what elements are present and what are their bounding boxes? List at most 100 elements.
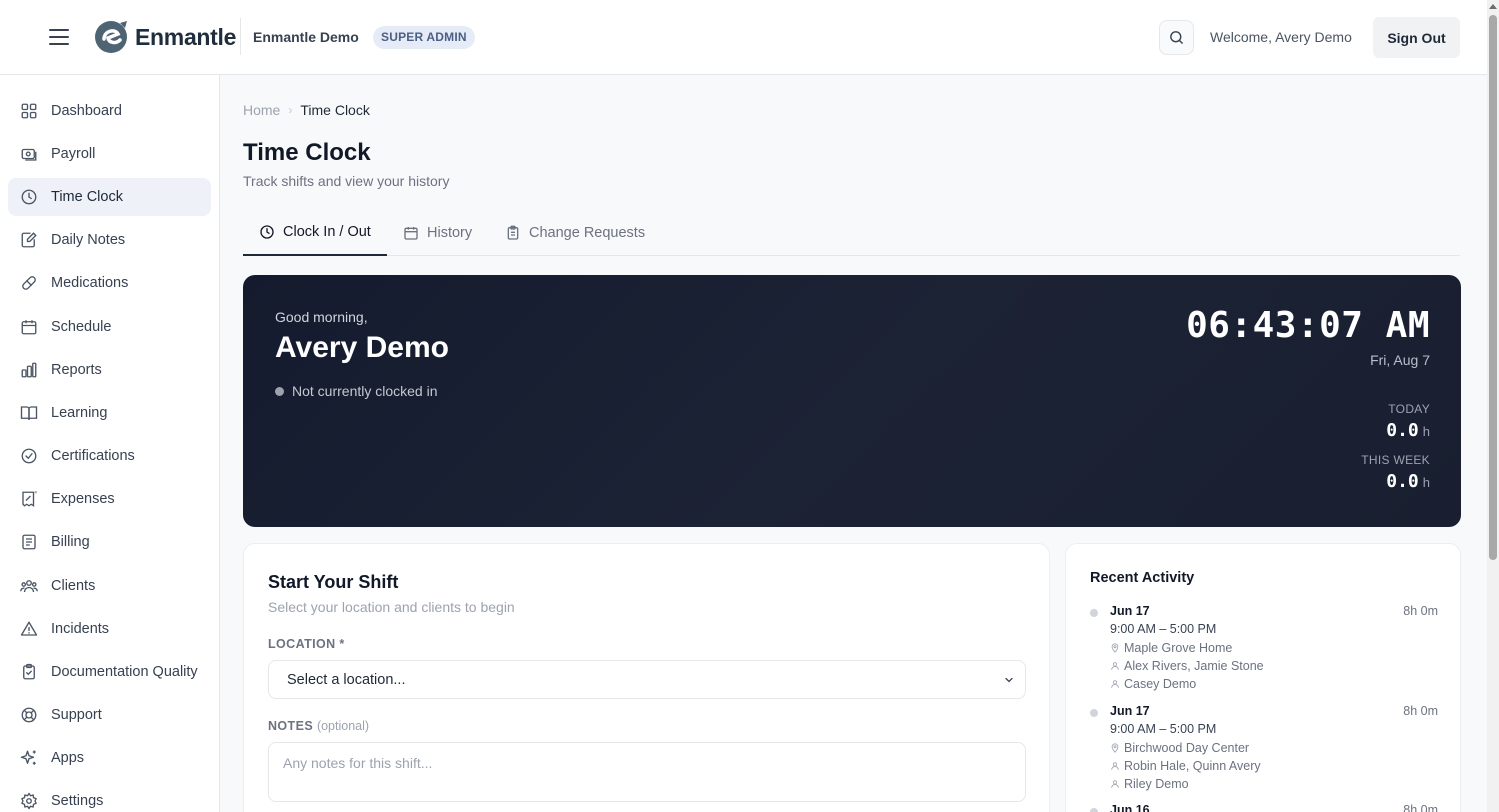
breadcrumb-home-link[interactable]: Home <box>243 102 280 118</box>
breadcrumb-current: Time Clock <box>300 102 370 118</box>
book-icon <box>20 406 38 420</box>
activity-clients: Alex Rivers, Jamie Stone <box>1110 659 1264 673</box>
page-scrollbar[interactable] <box>1487 0 1499 812</box>
sidebar-item-label: Expenses <box>51 491 115 507</box>
week-hours-value: 0.0 <box>1386 471 1419 492</box>
recent-activity-title: Recent Activity <box>1090 570 1195 586</box>
sidebar-item-documentation-quality[interactable]: Documentation Quality <box>8 653 211 691</box>
notes-optional-text: (optional) <box>316 719 370 733</box>
sidebar-item-label: Documentation Quality <box>51 664 198 680</box>
sidebar-item-label: Apps <box>51 750 85 766</box>
sidebar-item-dashboard[interactable]: Dashboard <box>8 92 211 130</box>
activity-dot-icon <box>1090 808 1098 812</box>
tab-bar: Clock In / Out History Change Requests <box>243 210 1460 256</box>
sign-out-button[interactable]: Sign Out <box>1373 17 1460 58</box>
sidebar-item-settings[interactable]: Settings <box>8 782 211 812</box>
tab-label: Clock In / Out <box>283 224 371 240</box>
sidebar-item-label: Settings <box>51 793 104 809</box>
activity-staff: Casey Demo <box>1110 677 1196 691</box>
tab-label: History <box>427 225 473 241</box>
activity-date: Jun 16 <box>1110 803 1150 812</box>
clock-hero-panel: Good morning, Avery Demo Not currently c… <box>243 275 1461 527</box>
sidebar-item-label: Daily Notes <box>51 232 126 248</box>
activity-duration: 8h 0m <box>1403 704 1438 718</box>
map-pin-icon <box>1111 743 1119 753</box>
sidebar-item-expenses[interactable]: Expenses <box>8 480 211 518</box>
activity-staff-text: Riley Demo <box>1124 777 1189 791</box>
sidebar-item-reports[interactable]: Reports <box>8 351 211 389</box>
organization-name: Enmantle Demo <box>253 29 359 45</box>
sidebar-item-label: Reports <box>51 362 102 378</box>
check-circle-icon <box>21 448 37 464</box>
list-item[interactable]: Jun 17 8h 0m 9:00 AM – 5:00 PM Birchwood… <box>1090 704 1438 794</box>
card-title: Start Your Shift <box>268 572 399 592</box>
activity-duration: 8h 0m <box>1403 803 1438 812</box>
sidebar-item-label: Support <box>51 707 102 723</box>
sidebar-item-support[interactable]: Support <box>8 696 211 734</box>
activity-date: Jun 17 <box>1110 604 1150 618</box>
chevron-down-icon <box>1005 677 1013 683</box>
activity-dot-icon <box>1090 609 1098 617</box>
lifebuoy-icon <box>21 707 37 723</box>
today-label: TODAY <box>1388 402 1430 416</box>
sidebar-item-label: Medications <box>51 275 129 291</box>
grid-icon <box>21 103 37 119</box>
clock-status: Not currently clocked in <box>275 383 438 399</box>
clipboard-icon <box>507 225 519 240</box>
scroll-thumb[interactable] <box>1489 15 1497 560</box>
search-button[interactable] <box>1159 20 1194 55</box>
sidebar-item-label: Time Clock <box>51 189 123 205</box>
user-icon <box>1111 680 1119 688</box>
logo-mark-icon <box>95 21 127 53</box>
sidebar-item-clients[interactable]: Clients <box>8 567 211 605</box>
activity-location: Birchwood Day Center <box>1110 741 1249 755</box>
sidebar-item-certifications[interactable]: Certifications <box>8 437 211 475</box>
hours-unit: h <box>1422 475 1430 490</box>
sidebar-item-learning[interactable]: Learning <box>8 394 211 432</box>
map-pin-icon <box>1111 643 1119 653</box>
tab-history[interactable]: History <box>387 210 488 256</box>
start-shift-card: Start Your Shift Select your location an… <box>243 543 1050 812</box>
sidebar-item-label: Schedule <box>51 319 112 335</box>
menu-toggle-button[interactable] <box>47 26 71 48</box>
logo-text: Enmantle <box>135 23 237 50</box>
sidebar-item-daily-notes[interactable]: Daily Notes <box>8 221 211 259</box>
tab-label: Change Requests <box>529 225 646 241</box>
week-label: THIS WEEK <box>1361 453 1430 467</box>
hours-unit: h <box>1422 424 1430 439</box>
tab-clock-in-out[interactable]: Clock In / Out <box>243 210 387 256</box>
sidebar-item-apps[interactable]: Apps <box>8 739 211 777</box>
activity-location: Maple Grove Home <box>1110 641 1232 655</box>
sidebar-item-medications[interactable]: Medications <box>8 264 211 302</box>
sidebar-item-label: Certifications <box>51 448 135 464</box>
welcome-text: Welcome, Avery Demo <box>1210 29 1352 45</box>
sidebar-item-billing[interactable]: Billing <box>8 523 211 561</box>
today-hours-value: 0.0 <box>1386 420 1419 441</box>
sidebar-item-time-clock[interactable]: Time Clock <box>8 178 211 216</box>
list-item[interactable]: Jun 17 8h 0m 9:00 AM – 5:00 PM Maple Gro… <box>1090 604 1438 694</box>
card-subtitle: Select your location and clients to begi… <box>268 599 515 615</box>
location-select[interactable]: Select a location... <box>268 660 1026 699</box>
calendar-icon <box>21 320 37 335</box>
current-time: 06:43:07 AM <box>1186 305 1430 346</box>
role-badge: SUPER ADMIN <box>373 26 475 49</box>
sidebar-item-label: Payroll <box>51 146 96 162</box>
activity-staff: Riley Demo <box>1110 777 1189 791</box>
location-select-value: Select a location... <box>287 671 406 688</box>
sidebar-item-payroll[interactable]: Payroll <box>8 135 211 173</box>
user-icon <box>1111 762 1119 770</box>
activity-time: 9:00 AM – 5:00 PM <box>1110 722 1217 736</box>
sidebar-item-schedule[interactable]: Schedule <box>8 308 211 346</box>
user-icon <box>1111 780 1119 788</box>
list-item[interactable]: Jun 16 8h 0m <box>1090 803 1438 812</box>
notes-label: NOTES (optional) <box>268 719 369 733</box>
sidebar-item-label: Billing <box>51 534 90 550</box>
gear-icon <box>21 792 37 810</box>
scroll-up-arrow[interactable] <box>1489 4 1497 9</box>
sidebar-item-incidents[interactable]: Incidents <box>8 610 211 648</box>
sidebar-item-label: Learning <box>51 405 108 421</box>
app-logo[interactable]: Enmantle <box>93 19 236 55</box>
notes-textarea[interactable]: Any notes for this shift... <box>268 742 1026 802</box>
tab-change-requests[interactable]: Change Requests <box>489 210 661 256</box>
sidebar-item-label: Incidents <box>51 621 110 637</box>
